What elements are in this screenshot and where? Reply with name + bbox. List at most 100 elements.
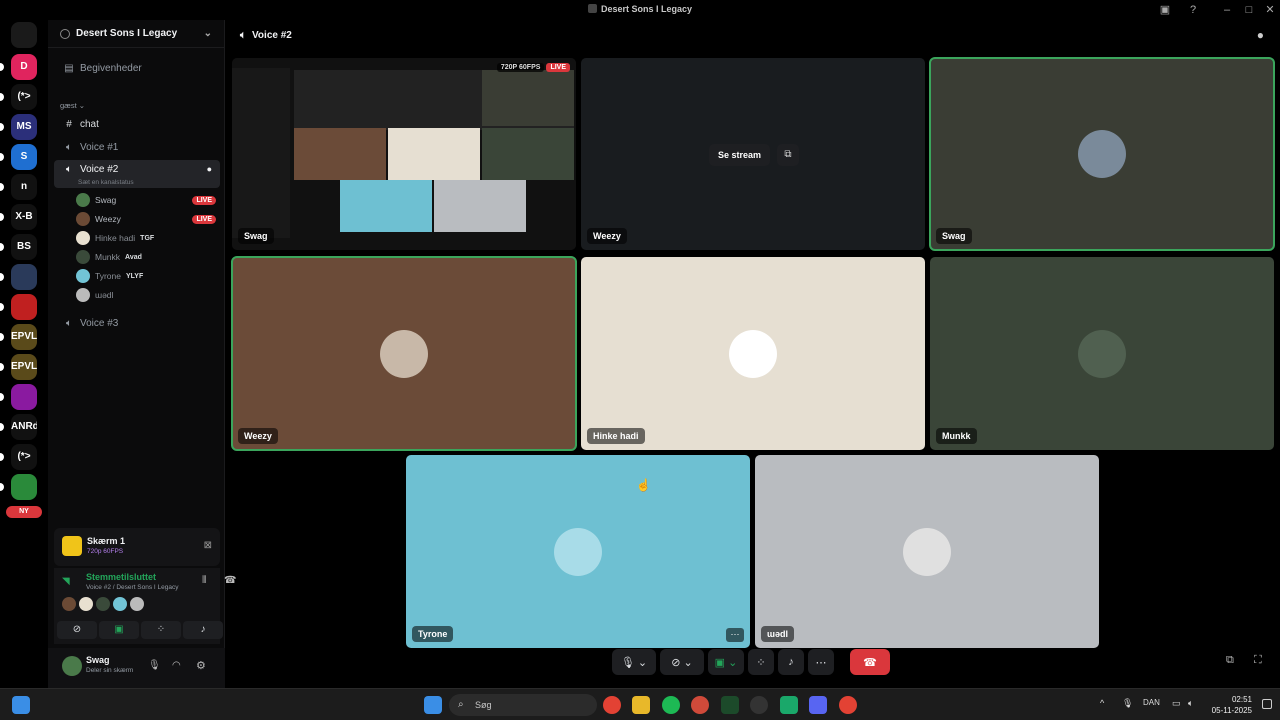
video-tile-weezy[interactable]: Weezy (231, 256, 577, 451)
avatar[interactable] (62, 656, 82, 676)
minimize-button[interactable]: – (1220, 3, 1234, 17)
stream-tile-swag[interactable]: 720P 60FPS LIVE Swag (232, 58, 576, 250)
close-button[interactable]: ✕ (1263, 3, 1277, 17)
fullscreen-icon[interactable]: ⛶ (1254, 654, 1262, 667)
category-label[interactable]: gæst ⌄ (60, 101, 85, 110)
language-indicator[interactable]: DAN (1143, 698, 1160, 707)
home-button[interactable] (11, 22, 37, 48)
new-badge[interactable]: NY (6, 506, 42, 518)
channel-status[interactable]: Sæt en kanalstatus (78, 179, 134, 186)
popout-icon[interactable]: ⧉ (1226, 654, 1234, 667)
server-icon[interactable] (11, 264, 37, 290)
spotify-icon[interactable] (662, 696, 680, 714)
notifications-icon[interactable] (1262, 699, 1272, 709)
popout-icon[interactable]: ⧉ (777, 144, 799, 166)
server-icon[interactable] (11, 474, 37, 500)
stream-tile-weezy[interactable]: Se stream ⧉ Weezy (581, 58, 925, 250)
app-icon[interactable] (780, 696, 798, 714)
avatar (62, 597, 76, 611)
server-icon[interactable]: ANRdc (11, 414, 37, 440)
server-icon[interactable]: S (11, 144, 37, 170)
clock[interactable]: 02:51 05-11-2025 (1212, 694, 1252, 716)
camera-button[interactable]: ⊘ ⌄ (660, 649, 704, 675)
folder-icon[interactable] (632, 696, 650, 714)
maximize-button[interactable]: □ (1242, 3, 1256, 17)
voice-user[interactable]: Weezy LIVE (76, 211, 216, 227)
server-icon[interactable]: n (11, 174, 37, 200)
tray-chevron-icon[interactable]: ^ (1100, 698, 1104, 708)
channel-voice-1[interactable]: 🔈︎ Voice #1 (54, 137, 220, 157)
volume-icon[interactable]: 🔈︎ (1188, 698, 1193, 709)
microphone-icon[interactable]: 🎙︎ (1122, 698, 1133, 709)
video-tile-hinke[interactable]: Hinke hadi (581, 257, 925, 450)
server-icon[interactable]: MS (11, 114, 37, 140)
channel-voice-3[interactable]: 🔈︎ Voice #3 (54, 313, 220, 333)
voice-user[interactable]: Munkk Avad (76, 249, 216, 265)
server-icon[interactable] (11, 384, 37, 410)
server-icon[interactable]: X-B (11, 204, 37, 230)
video-tile-wedl[interactable]: ɯədl (755, 455, 1099, 648)
video-tile-munkk[interactable]: Munkk (930, 257, 1274, 450)
chrome-icon[interactable] (603, 696, 621, 714)
discord-icon[interactable] (809, 696, 827, 714)
soundboard-button[interactable]: ♪ (183, 621, 223, 639)
microphone-icon[interactable]: 🎙︎ (148, 660, 161, 671)
avatar (96, 597, 110, 611)
search-input[interactable]: Søg (449, 694, 597, 716)
server-icon[interactable]: EPVL (11, 354, 37, 380)
more-options-icon[interactable]: ⋯ (726, 628, 744, 642)
voice-connected-label[interactable]: Stemmetilsluttet (86, 572, 156, 582)
stream-badges: 720P 60FPS LIVE (496, 63, 570, 72)
chat-bubble-icon[interactable]: ● (207, 164, 212, 174)
noise-icon[interactable]: ⦀ (202, 575, 206, 586)
chrome-icon[interactable] (691, 696, 709, 714)
share-screen-button[interactable]: ▣ ⌄ (708, 649, 744, 675)
help-icon[interactable]: ? (1186, 3, 1200, 17)
server-icon[interactable]: D (11, 54, 37, 80)
live-badge: LIVE (192, 214, 216, 224)
events-link[interactable]: ▤ Begivenheder (54, 58, 220, 78)
gear-icon[interactable]: ⚙ (196, 659, 206, 672)
start-icon[interactable] (424, 696, 442, 714)
soundboard-button[interactable]: ♪ (778, 649, 804, 675)
steam-icon[interactable] (750, 696, 768, 714)
more-button[interactable]: ⋯ (808, 649, 834, 675)
desktop-icon[interactable] (12, 696, 30, 714)
voice-location[interactable]: Voice #2 / Desert Sons I Legacy (86, 584, 179, 591)
video-tile-tyrone[interactable]: Tyrone ⋯ (406, 455, 750, 648)
user-name[interactable]: Swag (86, 655, 110, 665)
activities-button[interactable]: ⁘ (748, 649, 774, 675)
camera-off-button[interactable]: ⊘ (57, 621, 97, 639)
share-screen-button[interactable]: ▣ (99, 621, 139, 639)
inbox-icon[interactable]: ▣ (1158, 3, 1172, 17)
voice-user[interactable]: Hinke hadi TGF (76, 230, 216, 246)
hash-icon: # (66, 118, 72, 130)
server-icon[interactable]: (*> (11, 84, 37, 110)
watch-stream-button[interactable]: Se stream (709, 144, 771, 166)
server-icon[interactable]: BS (11, 234, 37, 260)
headphones-icon[interactable]: ◠ (172, 660, 181, 671)
voice-user[interactable]: Swag LIVE (76, 192, 216, 208)
guild-header[interactable]: Desert Sons I Legacy ⌄ (48, 20, 224, 48)
server-icon[interactable] (11, 294, 37, 320)
signal-icon[interactable]: ◥ (62, 576, 70, 587)
user-status[interactable]: Deler sin skærm (86, 667, 133, 674)
microphone-button[interactable]: 🎙︎ ⌄ (612, 649, 656, 675)
avatar (76, 231, 90, 245)
voice-user[interactable]: Tyrone YLYF (76, 268, 216, 284)
leave-call-button[interactable]: ☎ (850, 649, 890, 675)
disconnect-icon[interactable]: ☎ (224, 575, 236, 586)
channel-chat[interactable]: # chat (54, 114, 220, 134)
activities-button[interactable]: ⁘ (141, 621, 181, 639)
server-icon[interactable]: (*> (11, 444, 37, 470)
stop-stream-icon[interactable]: ⊠ (204, 540, 212, 551)
voice-user[interactable]: ɯədl (76, 287, 216, 303)
chat-icon[interactable]: ● (1257, 28, 1264, 42)
network-icon[interactable]: ▭ (1172, 698, 1181, 709)
speaker-icon: 🔈︎ (66, 317, 72, 329)
terminal-icon[interactable] (721, 696, 739, 714)
server-icon[interactable]: EPVL (11, 324, 37, 350)
video-tile-swag[interactable]: Swag (929, 57, 1275, 251)
calendar-icon: ▤ (64, 62, 74, 74)
chrome-icon[interactable] (839, 696, 857, 714)
